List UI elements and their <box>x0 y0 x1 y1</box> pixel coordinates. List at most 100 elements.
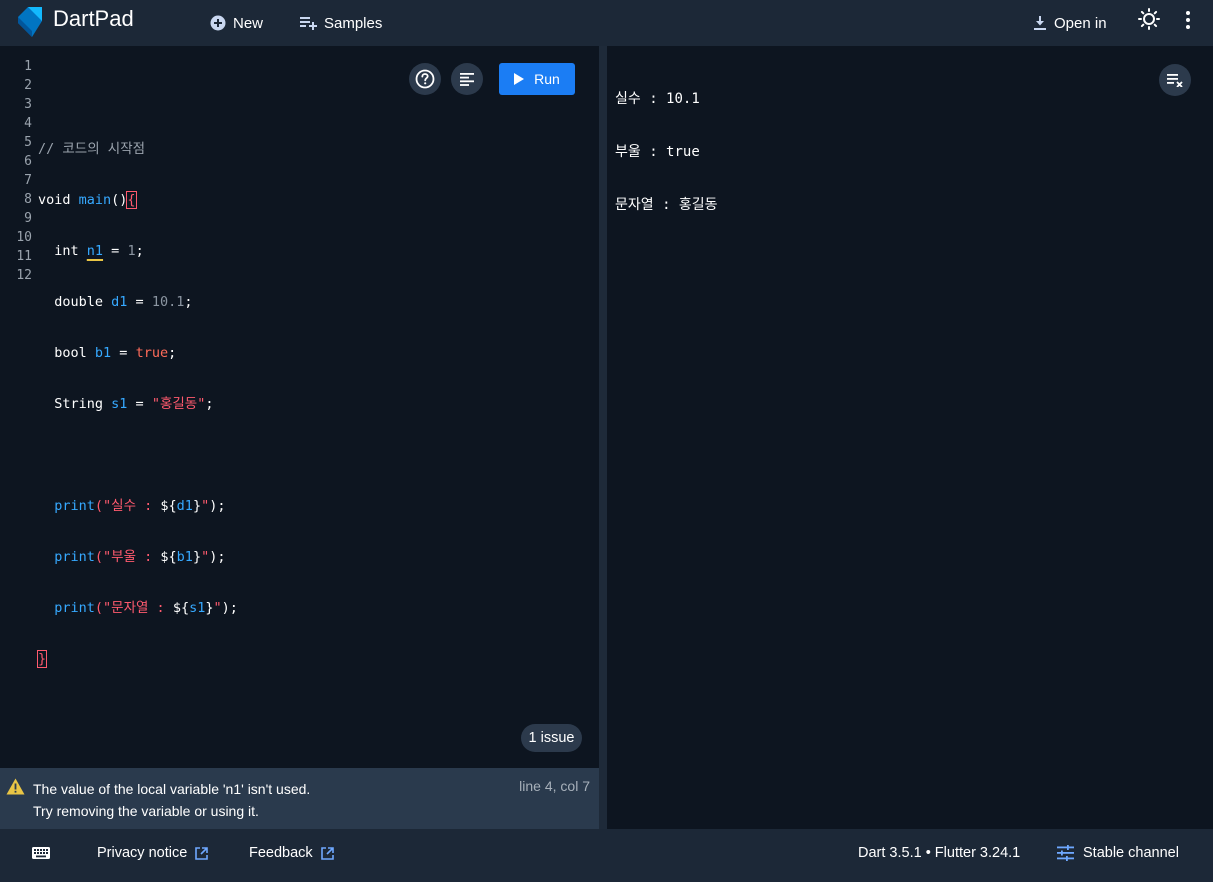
channel-selector[interactable]: Stable channel <box>1057 845 1179 861</box>
code-line-10: print("부울 : ${b1}"); <box>38 548 238 567</box>
split-divider[interactable] <box>599 46 607 829</box>
issues-toggle[interactable]: 1 issue <box>521 724 582 752</box>
code-token: main <box>78 192 112 208</box>
code-token: ); <box>209 498 226 514</box>
code-token: void <box>38 192 79 208</box>
code-token: = <box>103 243 128 259</box>
line-number: 7 <box>24 173 32 188</box>
keyboard-icon[interactable] <box>32 847 50 859</box>
feedback-link[interactable]: Feedback <box>249 845 334 861</box>
line-number: 10 <box>16 230 32 245</box>
code-token: ( <box>94 549 104 565</box>
line-number: 8 <box>24 192 32 207</box>
run-label: Run <box>534 71 560 87</box>
line-number: 6 <box>24 154 32 169</box>
open-in-label: Open in <box>1054 14 1107 32</box>
clear-all-icon <box>1167 74 1183 87</box>
code-token: ; <box>168 345 177 361</box>
code-token: print <box>38 549 95 565</box>
code-token: b1 <box>176 549 193 565</box>
code-line-4: int n1 = 1; <box>38 242 238 261</box>
code-line-11: print("문자열 : ${s1}"); <box>38 599 238 618</box>
line-numbers: 1 2 3 4 5 6 7 8 9 10 11 12 <box>0 57 32 285</box>
top-bar: DartPad New Samples Open in <box>0 0 1213 46</box>
code-token: " <box>201 549 210 565</box>
code-token: 1 <box>127 243 136 259</box>
code-token: ; <box>135 243 144 259</box>
samples-label: Samples <box>324 14 383 32</box>
play-icon <box>514 73 525 85</box>
matched-brace: { <box>126 191 137 209</box>
code-token: ( <box>94 600 104 616</box>
help-button[interactable] <box>409 63 441 95</box>
clear-console-button[interactable] <box>1159 64 1191 96</box>
code-line-2: // 코드의 시작점 <box>38 140 238 159</box>
code-token: double <box>38 294 112 310</box>
line-number: 3 <box>24 97 32 112</box>
code-token: s1 <box>111 396 128 412</box>
app-title: DartPad <box>53 6 134 31</box>
privacy-notice-link[interactable]: Privacy notice <box>97 845 209 861</box>
line-number: 12 <box>16 268 32 283</box>
code-token: print <box>38 600 95 616</box>
code-token: int <box>38 243 87 259</box>
code-token: = <box>111 345 136 361</box>
channel-label: Stable channel <box>1083 845 1179 861</box>
line-number: 2 <box>24 78 32 93</box>
code-token: " <box>213 600 222 616</box>
code-token: b1 <box>94 345 112 361</box>
code-line-12: } <box>36 650 238 669</box>
dart-logo <box>18 7 42 37</box>
code-token: } <box>205 600 214 616</box>
new-label: New <box>233 14 264 32</box>
warning-icon <box>6 778 25 795</box>
sun-icon[interactable] <box>1138 8 1160 30</box>
code-line-7: String s1 = "홍길동"; <box>38 395 238 414</box>
code-token: ${ <box>160 498 177 514</box>
code-token: " <box>201 498 210 514</box>
samples-button[interactable]: Samples <box>300 11 382 35</box>
code-token: 10.1 <box>151 294 185 310</box>
format-align-icon <box>460 72 474 86</box>
problems-panel: The value of the local variable 'n1' isn… <box>0 768 599 829</box>
help-icon <box>415 69 435 89</box>
code-token: "실수 : <box>103 498 161 514</box>
code-text[interactable]: // 코드의 시작점 void main(){ int n1 = 1; doub… <box>36 57 238 701</box>
code-token: () <box>111 192 128 208</box>
download-icon <box>1034 16 1046 30</box>
problem-text: The value of the local variable 'n1' isn… <box>33 781 311 797</box>
code-token: true <box>135 345 169 361</box>
line-number: 5 <box>24 135 32 150</box>
format-button[interactable] <box>451 63 483 95</box>
console-output: 실수 : 10.1 부울 : true 문자열 : 홍길동 <box>607 46 1213 829</box>
output-line: 실수 : 10.1 <box>615 91 700 107</box>
code-comment: // 코드의 시작점 <box>38 141 146 157</box>
code-token: ); <box>221 600 238 616</box>
code-token: bool <box>38 345 95 361</box>
code-token: } <box>192 498 202 514</box>
run-button[interactable]: Run <box>499 63 575 95</box>
code-token: print <box>38 498 95 514</box>
output-line: 부울 : true <box>615 144 700 160</box>
problem-hint: Try removing the variable or using it. <box>33 803 259 819</box>
code-token: ; <box>205 396 214 412</box>
code-editor[interactable]: 1 2 3 4 5 6 7 8 9 10 11 12 // 코드의 시작점 vo… <box>0 46 599 768</box>
problem-message[interactable]: The value of the local variable 'n1' isn… <box>33 778 310 822</box>
playlist-add-icon <box>300 17 317 30</box>
code-token: "홍길동" <box>151 396 206 412</box>
more-vert-icon[interactable] <box>1184 10 1192 30</box>
status-bar: Privacy notice Feedback Dart 3.5.1 • Flu… <box>0 829 1213 882</box>
new-button[interactable]: New <box>210 11 263 35</box>
warning-token: n1 <box>86 243 104 259</box>
privacy-label: Privacy notice <box>97 845 188 861</box>
code-token: ( <box>94 498 104 514</box>
problem-location: line 4, col 7 <box>519 778 590 794</box>
code-line-3: void main(){ <box>38 191 238 210</box>
output-line: 문자열 : 홍길동 <box>615 197 718 213</box>
code-token: ${ <box>160 549 177 565</box>
code-token: } <box>192 549 202 565</box>
open-in-new-icon <box>320 846 334 860</box>
open-in-button[interactable]: Open in <box>1033 11 1107 35</box>
code-token: = <box>127 396 152 412</box>
